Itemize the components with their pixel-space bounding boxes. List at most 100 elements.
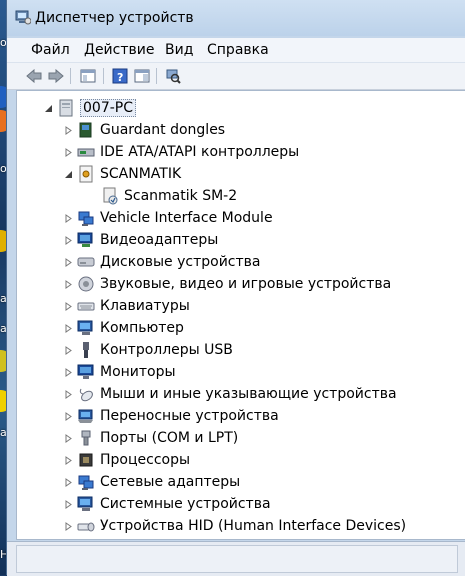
expand-arrow-icon[interactable] <box>63 411 73 421</box>
dongle-icon <box>77 121 95 139</box>
status-panel <box>16 545 458 573</box>
tree-item-label: Мыши и иные указывающие устройства <box>100 386 397 402</box>
toolbar-separator <box>70 68 71 84</box>
menu-view[interactable]: Вид <box>165 42 193 58</box>
sound-icon <box>77 275 95 293</box>
collapse-arrow-icon[interactable] <box>43 103 53 113</box>
display-adapter-icon <box>77 231 95 249</box>
computer-icon <box>77 319 95 337</box>
monitor-icon <box>77 363 95 381</box>
help-icon[interactable]: ? <box>111 67 129 85</box>
tree-item[interactable]: Видеоадаптеры <box>63 229 218 251</box>
tree-root-label: 007-PC <box>80 99 136 117</box>
show-hide-tree-icon[interactable] <box>79 67 97 85</box>
menu-file[interactable]: Файл <box>31 42 70 58</box>
scanmatik-icon <box>77 165 95 183</box>
tree-item-label: Контроллеры USB <box>100 342 233 358</box>
tree-item[interactable]: Устройства HID (Human Interface Devices) <box>63 515 406 537</box>
expand-arrow-icon[interactable] <box>63 125 73 135</box>
tree-item[interactable]: Процессоры <box>63 449 190 471</box>
device-tree[interactable]: 007-PC Guardant dongles IDE ATA/ATAPI ко… <box>16 90 465 540</box>
hid-icon <box>77 517 95 535</box>
processor-icon <box>77 451 95 469</box>
expand-arrow-icon[interactable] <box>63 499 73 509</box>
expand-arrow-icon[interactable] <box>63 235 73 245</box>
expand-arrow-icon[interactable] <box>63 455 73 465</box>
expand-arrow-icon[interactable] <box>63 147 73 157</box>
tree-item-label: Процессоры <box>100 452 191 468</box>
tree-item-label: Переносные устройства <box>100 408 279 424</box>
tree-item[interactable]: Vehicle Interface Module <box>63 207 273 229</box>
tree-item[interactable]: Переносные устройства <box>63 405 279 427</box>
ide-controller-icon <box>77 143 95 161</box>
tree-item-label: Сетевые адаптеры <box>100 474 241 490</box>
expand-arrow-icon[interactable] <box>63 345 73 355</box>
menu-help[interactable]: Справка <box>207 42 269 58</box>
collapse-arrow-icon[interactable] <box>63 169 73 179</box>
back-arrow-icon[interactable] <box>25 67 43 85</box>
tree-child-label: Scanmatik SM-2 <box>124 188 238 204</box>
expand-arrow-icon[interactable] <box>63 477 73 487</box>
system-device-icon <box>77 495 95 513</box>
svg-text:?: ? <box>117 71 123 84</box>
tree-item-label: Guardant dongles <box>100 122 226 138</box>
expand-arrow-icon[interactable] <box>63 301 73 311</box>
properties-icon[interactable] <box>133 67 151 85</box>
tree-item-label: Видеоадаптеры <box>100 232 219 248</box>
tree-item[interactable]: Сетевые адаптеры <box>63 471 240 493</box>
tree-item-label: Дисковые устройства <box>100 254 261 270</box>
network-device-icon <box>77 209 95 227</box>
forward-arrow-icon[interactable] <box>47 67 65 85</box>
status-bar <box>7 541 465 576</box>
window-title: Диспетчер устройств <box>35 10 194 26</box>
device-manager-icon <box>15 9 32 29</box>
title-bar[interactable]: Диспетчер устройств <box>7 0 465 36</box>
tree-item[interactable]: Контроллеры USB <box>63 339 233 361</box>
tree-root[interactable]: 007-PC <box>43 97 136 119</box>
toolbar-separator <box>103 68 104 84</box>
device-icon <box>101 187 119 205</box>
tree-item[interactable]: Системные устройства <box>63 493 271 515</box>
tree-item[interactable]: Звуковые, видео и игровые устройства <box>63 273 391 295</box>
expand-arrow-icon[interactable] <box>63 367 73 377</box>
tree-item[interactable]: Клавиатуры <box>63 295 190 317</box>
expand-arrow-icon[interactable] <box>63 257 73 267</box>
tree-item[interactable]: Дисковые устройства <box>63 251 261 273</box>
tree-item-label: Компьютер <box>100 320 184 336</box>
tree-item-label: Vehicle Interface Module <box>100 210 273 226</box>
tree-item[interactable]: Мыши и иные указывающие устройства <box>63 383 397 405</box>
tree-item[interactable]: IDE ATA/ATAPI контроллеры <box>63 141 299 163</box>
scan-hardware-icon[interactable] <box>164 67 182 85</box>
tree-item[interactable]: Порты (COM и LPT) <box>63 427 238 449</box>
portable-device-icon <box>77 407 95 425</box>
network-adapter-icon <box>77 473 95 491</box>
expand-arrow-icon[interactable] <box>63 433 73 443</box>
tree-item[interactable]: SCANMATIK <box>63 163 181 185</box>
expand-arrow-icon[interactable] <box>63 323 73 333</box>
tree-child-item[interactable]: Scanmatik SM-2 <box>101 185 237 207</box>
tree-item-label: Мониторы <box>100 364 176 380</box>
usb-icon <box>77 341 95 359</box>
tree-item-label: Порты (COM и LPT) <box>100 430 239 446</box>
toolbar-separator <box>156 68 157 84</box>
tree-item[interactable]: Компьютер <box>63 317 184 339</box>
expand-arrow-icon[interactable] <box>63 279 73 289</box>
keyboard-icon <box>77 297 95 315</box>
computer-icon <box>57 99 75 117</box>
port-icon <box>77 429 95 447</box>
mouse-icon <box>77 385 95 403</box>
tree-item-label: IDE ATA/ATAPI контроллеры <box>100 144 300 160</box>
disk-drive-icon <box>77 253 95 271</box>
tree-item[interactable]: Guardant dongles <box>63 119 225 141</box>
tree-item-label: Клавиатуры <box>100 298 190 314</box>
expand-arrow-icon[interactable] <box>63 213 73 223</box>
tree-item-label: Устройства HID (Human Interface Devices) <box>100 518 407 534</box>
expand-arrow-icon[interactable] <box>63 389 73 399</box>
menu-bar: Файл Действие Вид Справка <box>7 38 465 63</box>
menu-action[interactable]: Действие <box>84 42 154 58</box>
expand-arrow-icon[interactable] <box>63 521 73 531</box>
tree-item[interactable]: Мониторы <box>63 361 176 383</box>
tree-item-label: Звуковые, видео и игровые устройства <box>100 276 392 292</box>
tree-item-label: SCANMATIK <box>100 166 182 182</box>
device-manager-window: Диспетчер устройств Файл Действие Вид Сп… <box>6 0 465 576</box>
